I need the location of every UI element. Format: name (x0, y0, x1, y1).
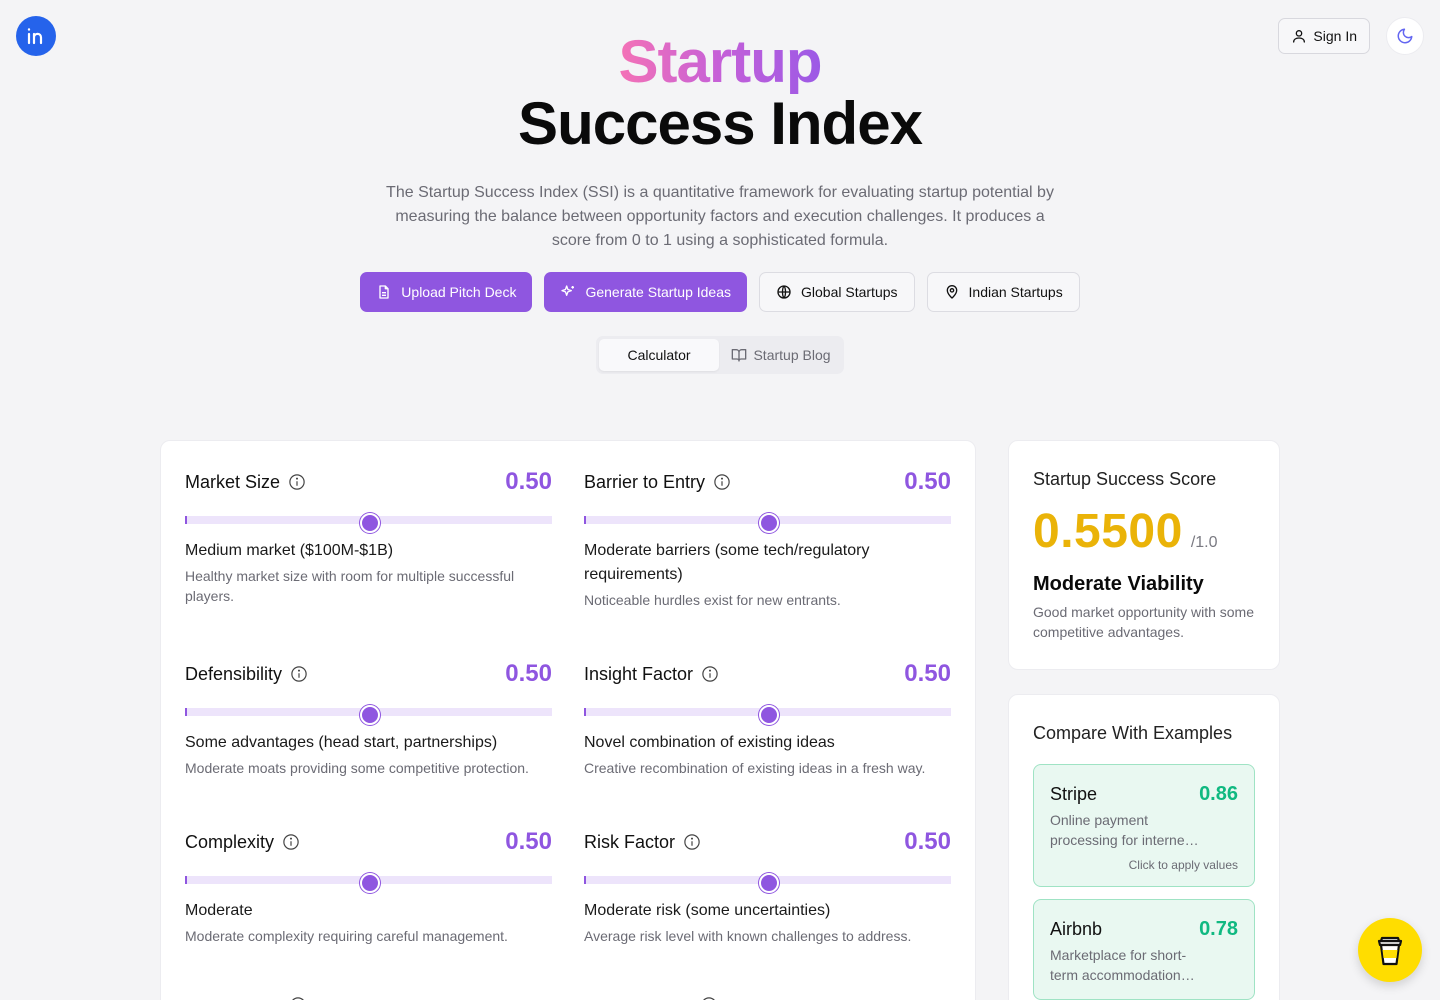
example-name: Airbnb (1050, 919, 1103, 939)
factor-level-description: Average risk level with known challenges… (584, 928, 912, 944)
factor-risk-factor: Risk Factor 0.50 Moderate risk (some unc… (584, 827, 951, 946)
factor-level-label: Medium market ($100M-$1B) (185, 542, 394, 559)
factor-slider[interactable] (185, 513, 552, 533)
factor-complexity: Complexity 0.50 Moderate Moderate comple… (185, 827, 552, 946)
factor-insight-factor: Insight Factor 0.50 Novel combination of… (584, 659, 951, 778)
info-icon[interactable] (701, 665, 719, 683)
globe-icon (777, 285, 791, 299)
example-name: Stripe (1050, 784, 1098, 804)
factor-level-label: Moderate (185, 902, 253, 919)
factor-level-description: Healthy market size with room for multip… (185, 568, 515, 604)
score-card: Startup Success Score 0.5500 /1.0 Modera… (1008, 440, 1280, 670)
factor-name: Barrier to Entry (584, 471, 706, 492)
score-value: 0.5500 (1033, 505, 1183, 558)
factor-market-size: Market Size 0.50 Medium market ($100M-$1… (185, 467, 552, 606)
title-line-1: Startup (618, 28, 823, 95)
compare-card: Compare With Examples Stripe 0.86 Online… (1008, 694, 1280, 1000)
example-score: 0.86 (1199, 783, 1238, 805)
book-open-icon (732, 349, 747, 362)
tab-calculator-label: Calculator (627, 347, 691, 363)
info-icon[interactable] (683, 833, 701, 851)
tab-blog-label: Startup Blog (753, 347, 831, 363)
factor-slider[interactable] (584, 873, 951, 893)
info-icon[interactable] (289, 996, 307, 1000)
score-verdict: Moderate Viability (1033, 573, 1204, 595)
generate-label: Generate Startup Ideas (585, 284, 732, 300)
example-card-stripe[interactable]: Stripe 0.86 Online payment processing fo… (1033, 764, 1255, 887)
factor-value: 0.50 (505, 660, 552, 687)
slider-thumb[interactable] (758, 873, 779, 893)
factor-level-description: Moderate complexity requiring careful ma… (185, 928, 508, 944)
factor-name: Market Size (185, 471, 281, 492)
sparkles-icon (561, 285, 575, 296)
factor-name: Complexity (185, 831, 275, 852)
factor-defensibility: Defensibility 0.50 Some advantages (head… (185, 659, 552, 778)
factor-level-label: Moderate risk (some uncertainties) (584, 902, 831, 919)
info-icon[interactable] (700, 996, 718, 1000)
action-bar: Upload Pitch Deck Generate Startup Ideas… (0, 272, 1440, 312)
global-startups-button[interactable]: Global Startups (759, 272, 915, 312)
map-pin-icon (946, 285, 957, 299)
factor-slider[interactable] (185, 705, 552, 725)
factor-value: 0.50 (904, 660, 951, 687)
factor-value: 0.50 (904, 828, 951, 855)
slider-thumb[interactable] (359, 705, 380, 725)
factor-value: 0.50 (505, 468, 552, 495)
view-tabs: Calculator Startup Blog (596, 336, 844, 374)
file-icon (379, 285, 389, 299)
factor-slider[interactable] (584, 705, 951, 725)
info-icon[interactable] (290, 665, 308, 683)
example-score: 0.78 (1199, 918, 1238, 940)
factor-slider[interactable] (584, 513, 951, 533)
title-line-2: Success Index (518, 90, 923, 157)
indian-startups-button[interactable]: Indian Startups (926, 272, 1080, 312)
compare-title: Compare With Examples (1033, 723, 1233, 743)
tab-calculator[interactable]: Calculator (599, 339, 719, 371)
info-icon[interactable] (713, 473, 731, 491)
factors-card: Market Size 0.50 Medium market ($100M-$1… (160, 440, 976, 1000)
factor-value: 0.50 (904, 468, 951, 495)
factor-slider[interactable] (185, 873, 552, 893)
upload-label: Upload Pitch Deck (401, 284, 517, 300)
score-description: Good market opportunity with some compet… (1033, 604, 1254, 640)
slider-thumb[interactable] (758, 705, 779, 725)
upload-pitch-deck-button[interactable]: Upload Pitch Deck (360, 272, 533, 312)
factor-level-label: Novel combination of existing ideas (584, 734, 835, 751)
factor-level-description: Creative recombination of existing ideas… (584, 760, 926, 776)
example-card-airbnb[interactable]: Airbnb 0.78 Marketplace for short-term a… (1033, 899, 1255, 1000)
factor-level-description: Noticeable hurdles exist for new entrant… (584, 592, 841, 608)
slider-thumb[interactable] (359, 873, 380, 893)
factor-level-description: Moderate moats providing some competitiv… (185, 760, 529, 776)
score-title: Startup Success Score (1033, 469, 1217, 489)
global-label: Global Startups (801, 284, 898, 300)
factor-name: Risk Factor (584, 831, 676, 852)
info-icon[interactable] (282, 833, 300, 851)
tab-startup-blog[interactable]: Startup Blog (721, 339, 841, 371)
info-icon[interactable] (288, 473, 306, 491)
factor-name: Defensibility (185, 663, 283, 684)
coffee-cup-icon (1377, 936, 1403, 966)
hero-description: The Startup Success Index (SSI) is a qua… (386, 184, 1054, 249)
example-description: Online payment processing for interne… (1050, 812, 1199, 848)
factor-name: Insight Factor (584, 663, 694, 684)
example-description: Marketplace for short-term accommodation… (1050, 947, 1195, 983)
indian-label: Indian Startups (968, 284, 1063, 300)
generate-ideas-button[interactable]: Generate Startup Ideas (544, 272, 748, 312)
score-max: /1.0 (1190, 534, 1218, 551)
factor-level-label: Moderate barriers (some tech/regulatory … (584, 542, 870, 583)
buy-me-a-coffee-button[interactable] (1358, 918, 1422, 982)
slider-thumb[interactable] (758, 513, 779, 533)
hero: Startup Success Index The Startup Succes… (0, 30, 1440, 253)
factor-value: 0.50 (505, 828, 552, 855)
factor-barrier-to-entry: Barrier to Entry 0.50 Moderate barriers … (584, 467, 951, 610)
factor-level-label: Some advantages (head start, partnership… (185, 734, 498, 751)
slider-thumb[interactable] (359, 513, 380, 533)
example-hint: Click to apply values (1128, 858, 1238, 872)
